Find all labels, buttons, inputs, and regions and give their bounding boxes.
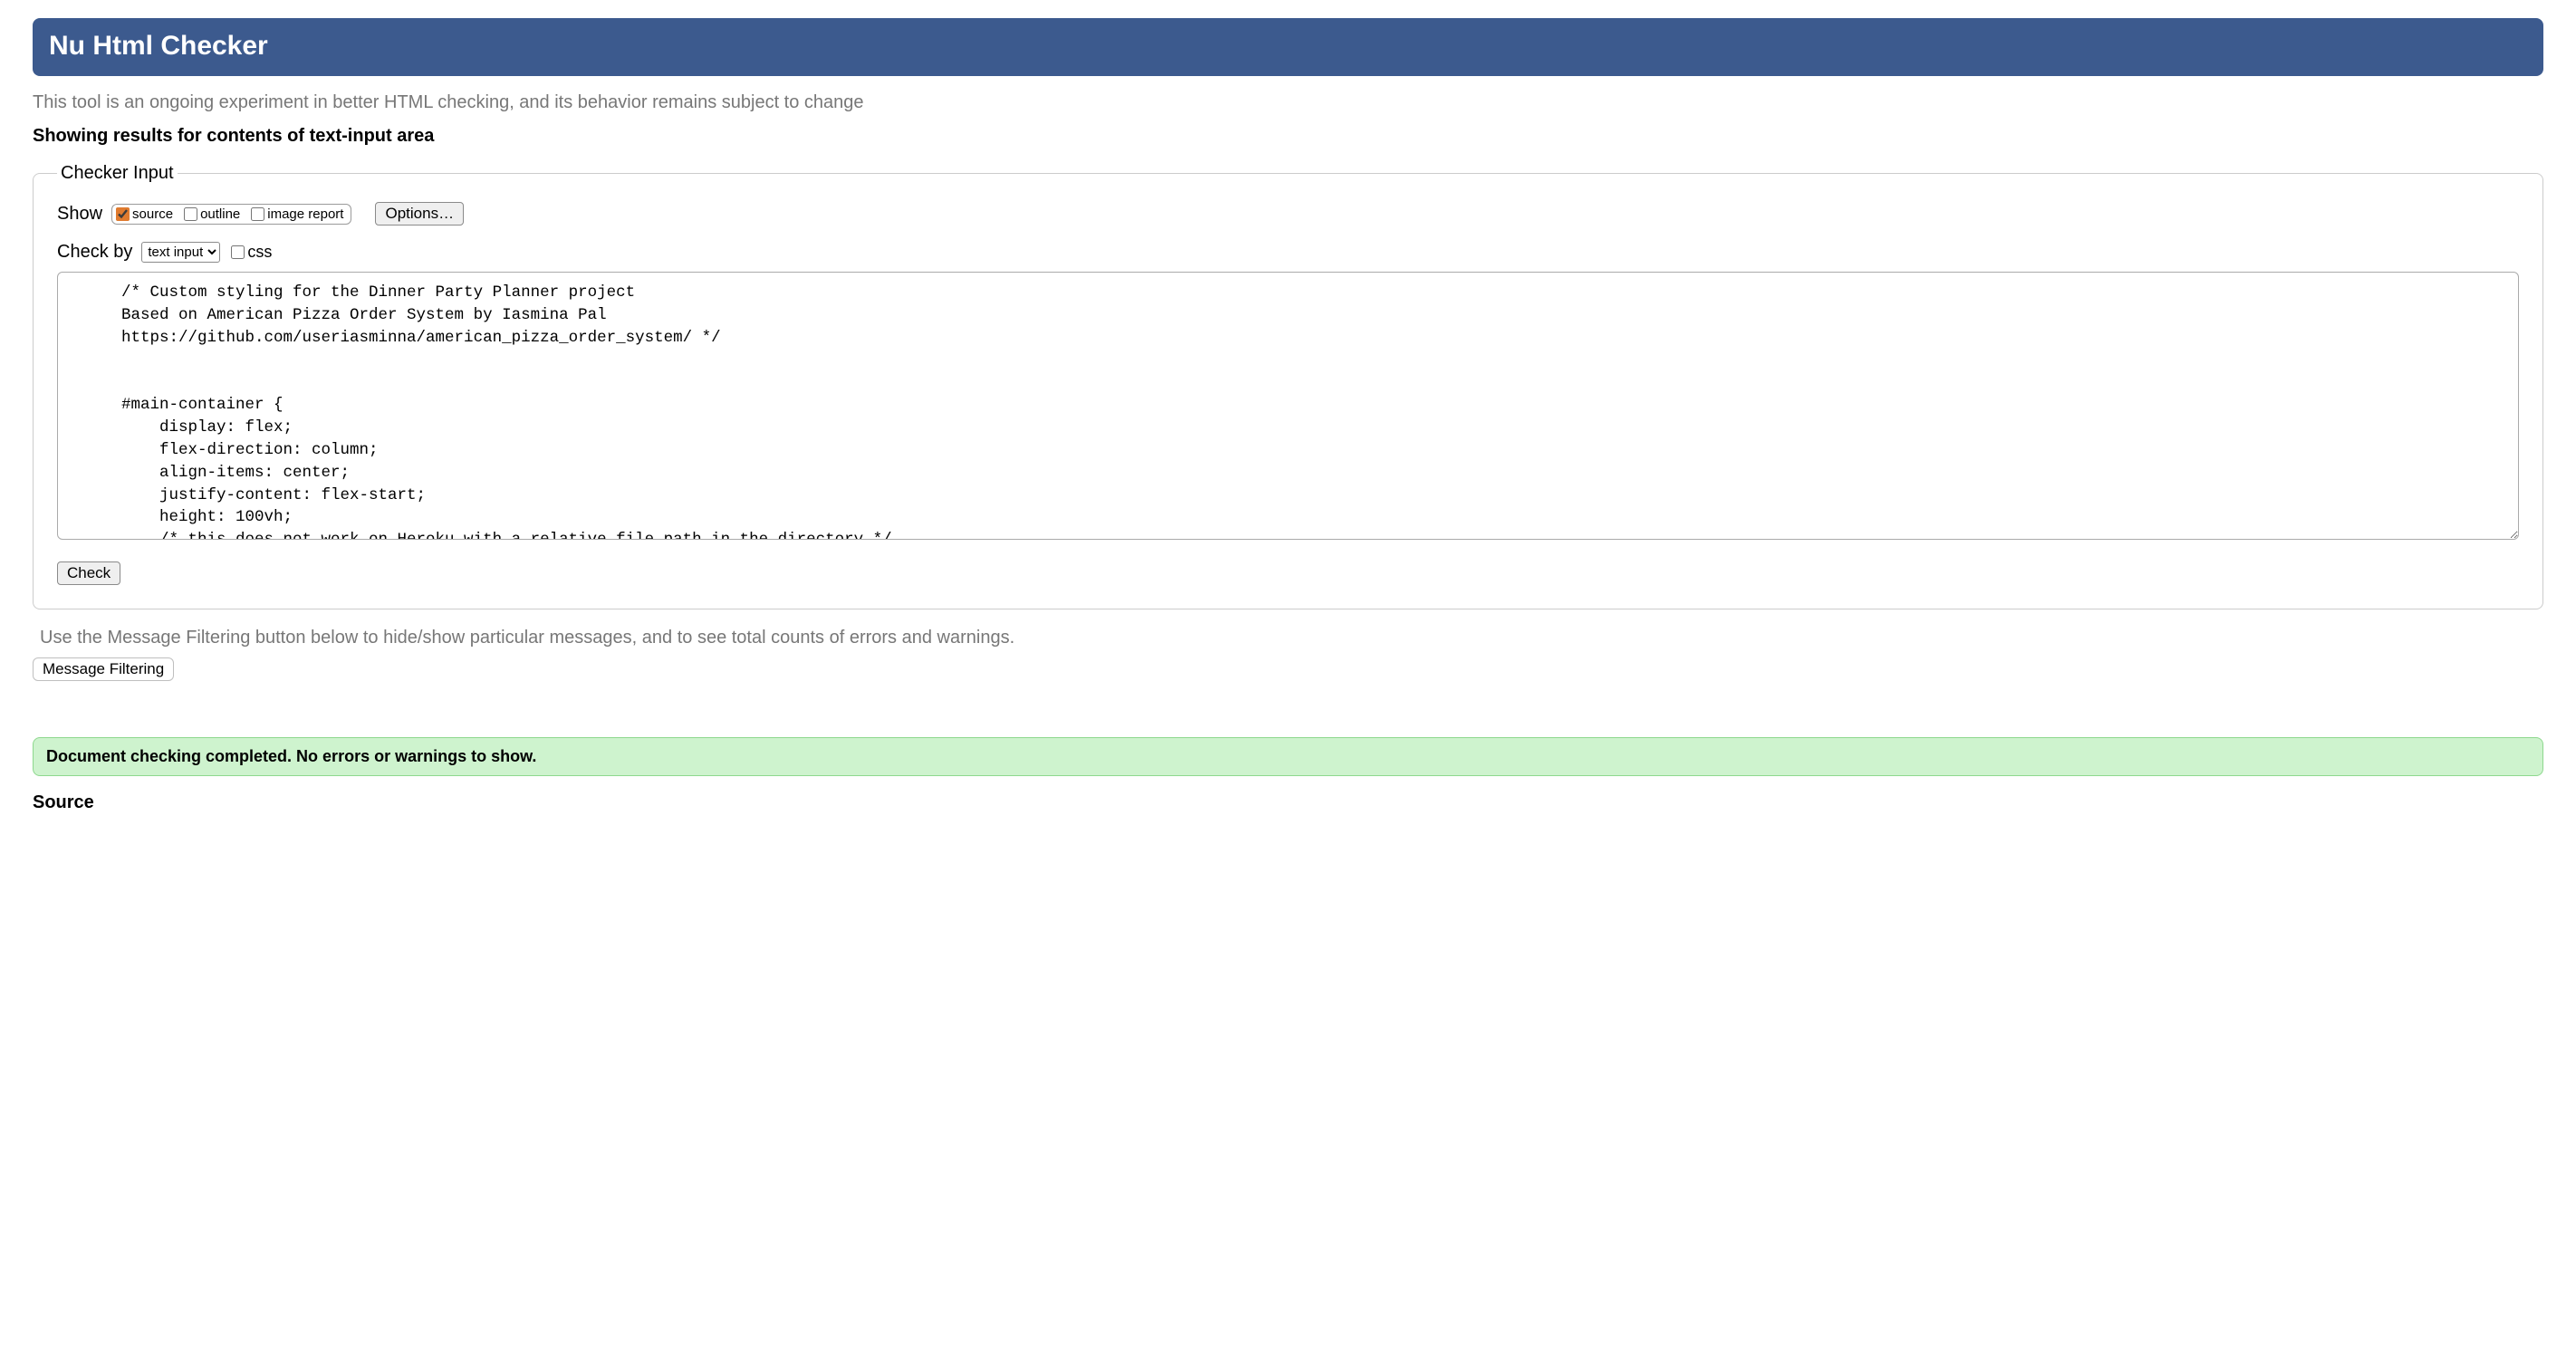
outline-checkbox-item[interactable]: outline	[184, 206, 240, 222]
outline-checkbox[interactable]	[184, 207, 197, 221]
source-checkbox-item[interactable]: source	[116, 206, 173, 222]
checkby-row: Check by text input css	[57, 242, 2519, 263]
results-heading: Showing results for contents of text-inp…	[33, 126, 2543, 147]
source-textarea[interactable]	[57, 272, 2519, 540]
checkby-select[interactable]: text input	[141, 242, 220, 263]
success-banner: Document checking completed. No errors o…	[33, 737, 2543, 776]
vertical-spacer	[33, 681, 2543, 737]
image-report-checkbox-item[interactable]: image report	[251, 206, 343, 222]
css-checkbox-label: css	[247, 243, 272, 262]
checker-input-fieldset: Checker Input Show source outline image …	[33, 163, 2543, 609]
intro-text: This tool is an ongoing experiment in be…	[33, 92, 2543, 113]
image-report-checkbox[interactable]	[251, 207, 264, 221]
checkby-label: Check by	[57, 242, 132, 263]
options-button[interactable]: Options…	[375, 202, 464, 226]
show-options-group: source outline image report	[111, 204, 351, 225]
filtering-intro: Use the Message Filtering button below t…	[40, 628, 2543, 648]
check-row: Check	[57, 561, 2519, 585]
show-row: Show source outline image report Options…	[57, 202, 2519, 226]
image-report-checkbox-label: image report	[267, 206, 343, 222]
check-button[interactable]: Check	[57, 561, 120, 585]
checker-legend: Checker Input	[57, 163, 178, 184]
css-checkbox-item[interactable]: css	[231, 243, 272, 262]
show-label: Show	[57, 204, 102, 225]
message-filtering-button[interactable]: Message Filtering	[33, 657, 174, 681]
page-title: Nu Html Checker	[49, 31, 2527, 62]
header-bar: Nu Html Checker	[33, 18, 2543, 76]
source-heading: Source	[33, 792, 2543, 813]
outline-checkbox-label: outline	[200, 206, 240, 222]
source-checkbox-label: source	[132, 206, 173, 222]
css-checkbox[interactable]	[231, 245, 245, 259]
source-checkbox[interactable]	[116, 207, 130, 221]
